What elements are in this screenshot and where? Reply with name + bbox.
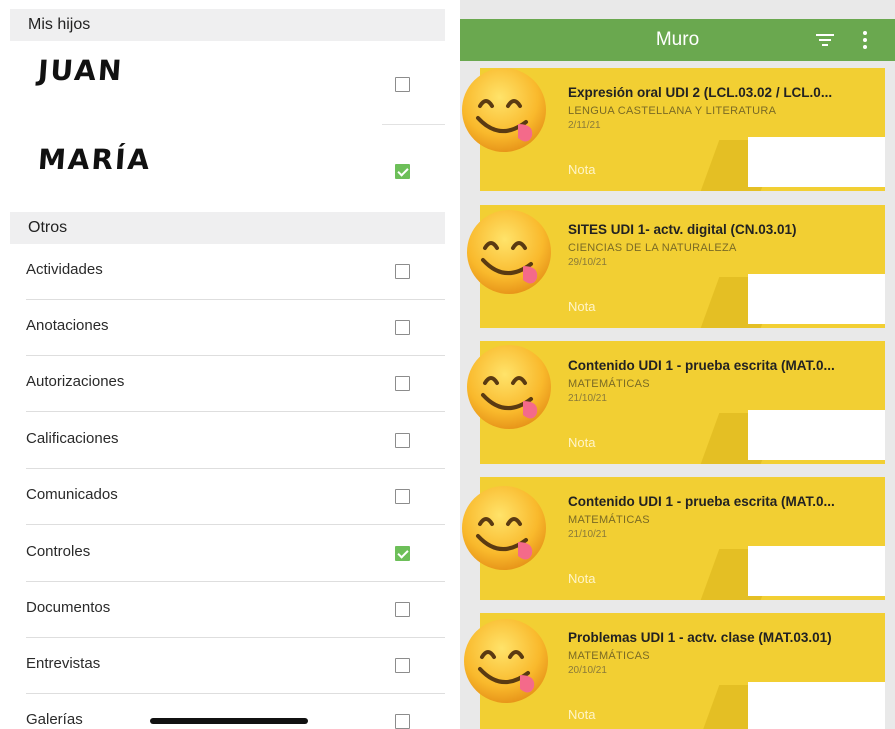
section-header-label: Mis hijos — [28, 16, 91, 33]
filter-item-anotaciones[interactable]: Anotaciones — [10, 300, 445, 356]
smiley-tongue-icon — [464, 619, 548, 703]
child-checkbox[interactable] — [395, 77, 410, 92]
filter-item-checkbox[interactable] — [395, 602, 410, 617]
filter-item-label: Calificaciones — [26, 430, 119, 447]
wall-screen: Muro Expresión oral UDI 2 (LCL.03.02 / L… — [460, 0, 895, 729]
filter-item-label: Comunicados — [26, 486, 118, 503]
filter-item-checkbox[interactable] — [395, 433, 410, 448]
child-name: MARÍA — [36, 143, 153, 176]
filter-item-checkbox[interactable] — [395, 714, 410, 729]
filter-item-actividades[interactable]: Actividades — [10, 244, 445, 300]
card-subject: MATEMÁTICAS — [568, 514, 650, 526]
filter-item-checkbox[interactable] — [395, 546, 410, 561]
card-date: 29/10/21 — [568, 257, 607, 268]
smiley-tongue-icon — [467, 345, 551, 429]
filter-item-entrevistas[interactable]: Entrevistas — [10, 638, 445, 694]
child-name: JUAN — [36, 54, 125, 87]
home-indicator — [150, 718, 308, 724]
card-title: Contenido UDI 1 - prueba escrita (MAT.0.… — [568, 358, 835, 373]
card-title: Expresión oral UDI 2 (LCL.03.02 / LCL.0.… — [568, 85, 833, 100]
card-date: 2/11/21 — [568, 120, 601, 131]
row-divider — [26, 411, 445, 412]
child-row-juan[interactable]: JUAN — [10, 41, 445, 125]
grade-redacted-box — [748, 546, 885, 596]
grade-redacted-box — [748, 682, 885, 729]
filter-item-label: Actividades — [26, 261, 103, 278]
card-subject: MATEMÁTICAS — [568, 650, 650, 662]
smiley-tongue-icon — [467, 210, 551, 294]
grade-redacted-box — [748, 137, 885, 187]
filter-item-calificaciones[interactable]: Calificaciones — [10, 413, 445, 469]
app-bar: Muro — [460, 19, 895, 61]
filter-item-autorizaciones[interactable]: Autorizaciones — [10, 356, 445, 412]
card-note-label: Nota — [568, 707, 596, 722]
filter-item-checkbox[interactable] — [395, 264, 410, 279]
card-date: 21/10/21 — [568, 393, 607, 404]
card-subject: MATEMÁTICAS — [568, 378, 650, 390]
card-date: 20/10/21 — [568, 665, 607, 676]
card-title: SITES UDI 1- actv. digital (CN.03.01) — [568, 222, 797, 237]
card-subject: CIENCIAS DE LA NATURALEZA — [568, 242, 737, 254]
more-vertical-icon[interactable] — [862, 30, 868, 50]
card-date: 21/10/21 — [568, 529, 607, 540]
card-title: Problemas UDI 1 - actv. clase (MAT.03.01… — [568, 630, 832, 645]
grade-redacted-box — [748, 410, 885, 460]
filter-item-label: Documentos — [26, 599, 111, 616]
smiley-tongue-icon — [462, 486, 546, 570]
card-note-label: Nota — [568, 299, 596, 314]
filter-item-label: Anotaciones — [26, 317, 109, 334]
child-checkbox[interactable] — [395, 164, 410, 179]
card-subject: LENGUA CASTELLANA Y LITERATURA — [568, 105, 777, 117]
filter-item-documentos[interactable]: Documentos — [10, 582, 445, 638]
smiley-tongue-icon — [462, 68, 546, 152]
filter-item-label: Galerías — [26, 711, 83, 728]
filter-item-label: Controles — [26, 543, 91, 560]
row-divider — [26, 524, 445, 525]
card-title: Contenido UDI 1 - prueba escrita (MAT.0.… — [568, 494, 835, 509]
section-header-label: Otros — [28, 219, 68, 236]
card-note-label: Nota — [568, 571, 596, 586]
child-row-maria[interactable]: MARÍA — [10, 125, 445, 205]
section-header-my-children: Mis hijos — [10, 9, 445, 41]
filter-item-checkbox[interactable] — [395, 489, 410, 504]
section-header-others: Otros — [10, 212, 445, 244]
filter-item-label: Autorizaciones — [26, 373, 125, 390]
card-note-label: Nota — [568, 435, 596, 450]
filter-item-label: Entrevistas — [26, 655, 101, 672]
filter-icon[interactable] — [816, 32, 834, 48]
filter-item-controles[interactable]: Controles — [10, 526, 445, 582]
card-note-label: Nota — [568, 162, 596, 177]
grade-redacted-box — [748, 274, 885, 324]
filter-panel: Mis hijos JUAN MARÍA Otros Actividades A… — [10, 0, 445, 729]
filter-item-checkbox[interactable] — [395, 658, 410, 673]
filter-item-checkbox[interactable] — [395, 376, 410, 391]
filter-item-checkbox[interactable] — [395, 320, 410, 335]
filter-item-comunicados[interactable]: Comunicados — [10, 469, 445, 525]
